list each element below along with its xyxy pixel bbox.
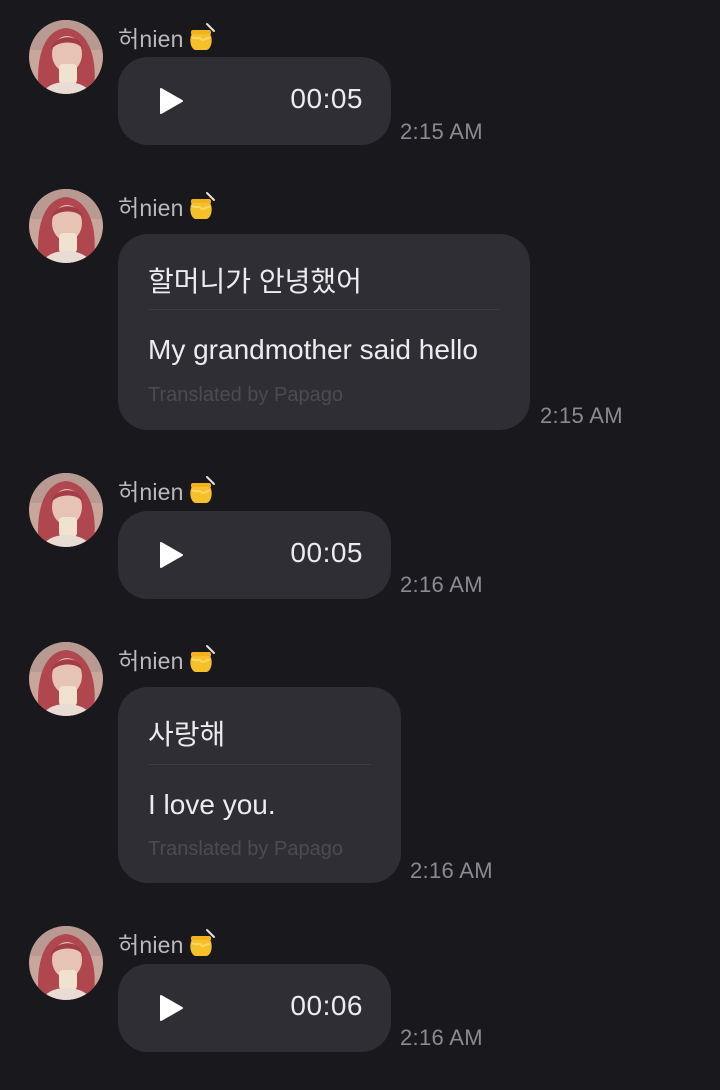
- play-icon[interactable]: [158, 994, 184, 1022]
- translation-divider: [148, 764, 371, 765]
- avatar-image: [29, 189, 103, 263]
- text-bubble[interactable]: 사랑해 I love you. Translated by Papago: [118, 687, 401, 883]
- sender-name-label: 허nien: [118, 26, 184, 52]
- original-text: 할머니가 안녕했어: [148, 266, 362, 297]
- translation-credit: Translated by Papago: [148, 384, 343, 406]
- sender-name-label: 허nien: [118, 195, 184, 221]
- sender-name-label: 허nien: [118, 932, 184, 958]
- honey-pot-icon: [187, 928, 217, 958]
- honey-pot-icon: [187, 22, 217, 52]
- message-timestamp: 2:16 AM: [410, 858, 493, 883]
- avatar-image: [29, 473, 103, 547]
- message-timestamp: 2:16 AM: [400, 572, 483, 597]
- avatar[interactable]: [29, 473, 103, 547]
- voice-duration: 00:05: [290, 537, 363, 568]
- message-timestamp: 2:15 AM: [400, 119, 483, 144]
- sender-name[interactable]: 허nien: [118, 191, 217, 221]
- avatar[interactable]: [29, 189, 103, 263]
- message-timestamp: 2:15 AM: [540, 403, 623, 428]
- sender-name-label: 허nien: [118, 648, 184, 674]
- voice-bubble[interactable]: 00:05: [118, 511, 391, 599]
- sender-name[interactable]: 허nien: [118, 644, 217, 674]
- translation-credit: Translated by Papago: [148, 838, 343, 860]
- voice-bubble[interactable]: 00:06: [118, 964, 391, 1052]
- honey-pot-icon: [187, 191, 217, 221]
- original-text: 사랑해: [148, 719, 226, 750]
- text-bubble[interactable]: 할머니가 안녕했어 My grandmother said hello Tran…: [118, 234, 530, 430]
- play-icon[interactable]: [158, 87, 184, 115]
- translated-text: I love you.: [148, 789, 276, 820]
- voice-duration: 00:06: [290, 990, 363, 1021]
- sender-name[interactable]: 허nien: [118, 22, 217, 52]
- avatar[interactable]: [29, 20, 103, 94]
- honey-pot-icon: [187, 475, 217, 505]
- translation-divider: [148, 309, 500, 310]
- avatar[interactable]: [29, 926, 103, 1000]
- honey-pot-icon: [187, 644, 217, 674]
- voice-duration: 00:05: [290, 83, 363, 114]
- play-icon[interactable]: [158, 541, 184, 569]
- sender-name[interactable]: 허nien: [118, 928, 217, 958]
- avatar[interactable]: [29, 642, 103, 716]
- avatar-image: [29, 926, 103, 1000]
- avatar-image: [29, 20, 103, 94]
- translated-text: My grandmother said hello: [148, 334, 478, 365]
- sender-name-label: 허nien: [118, 479, 184, 505]
- message-timestamp: 2:16 AM: [400, 1025, 483, 1050]
- avatar-image: [29, 642, 103, 716]
- sender-name[interactable]: 허nien: [118, 475, 217, 505]
- voice-bubble[interactable]: 00:05: [118, 57, 391, 145]
